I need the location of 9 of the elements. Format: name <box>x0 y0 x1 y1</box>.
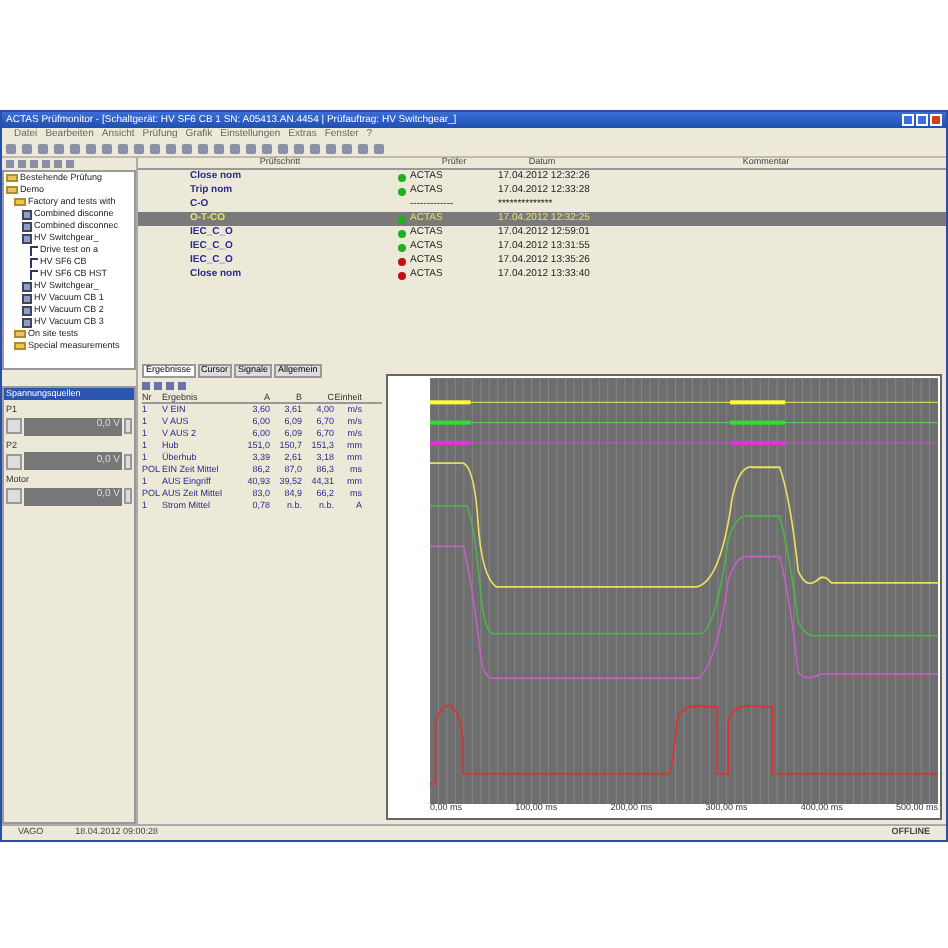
switch-button[interactable] <box>6 418 22 434</box>
switch-button[interactable] <box>6 453 22 469</box>
minimize-icon[interactable] <box>902 114 914 126</box>
spin-button[interactable] <box>124 453 132 469</box>
close-icon[interactable] <box>930 114 942 126</box>
spin-button[interactable] <box>124 488 132 504</box>
maximize-icon[interactable] <box>916 114 928 126</box>
switch-button[interactable] <box>6 488 22 504</box>
spin-button[interactable] <box>124 418 132 434</box>
